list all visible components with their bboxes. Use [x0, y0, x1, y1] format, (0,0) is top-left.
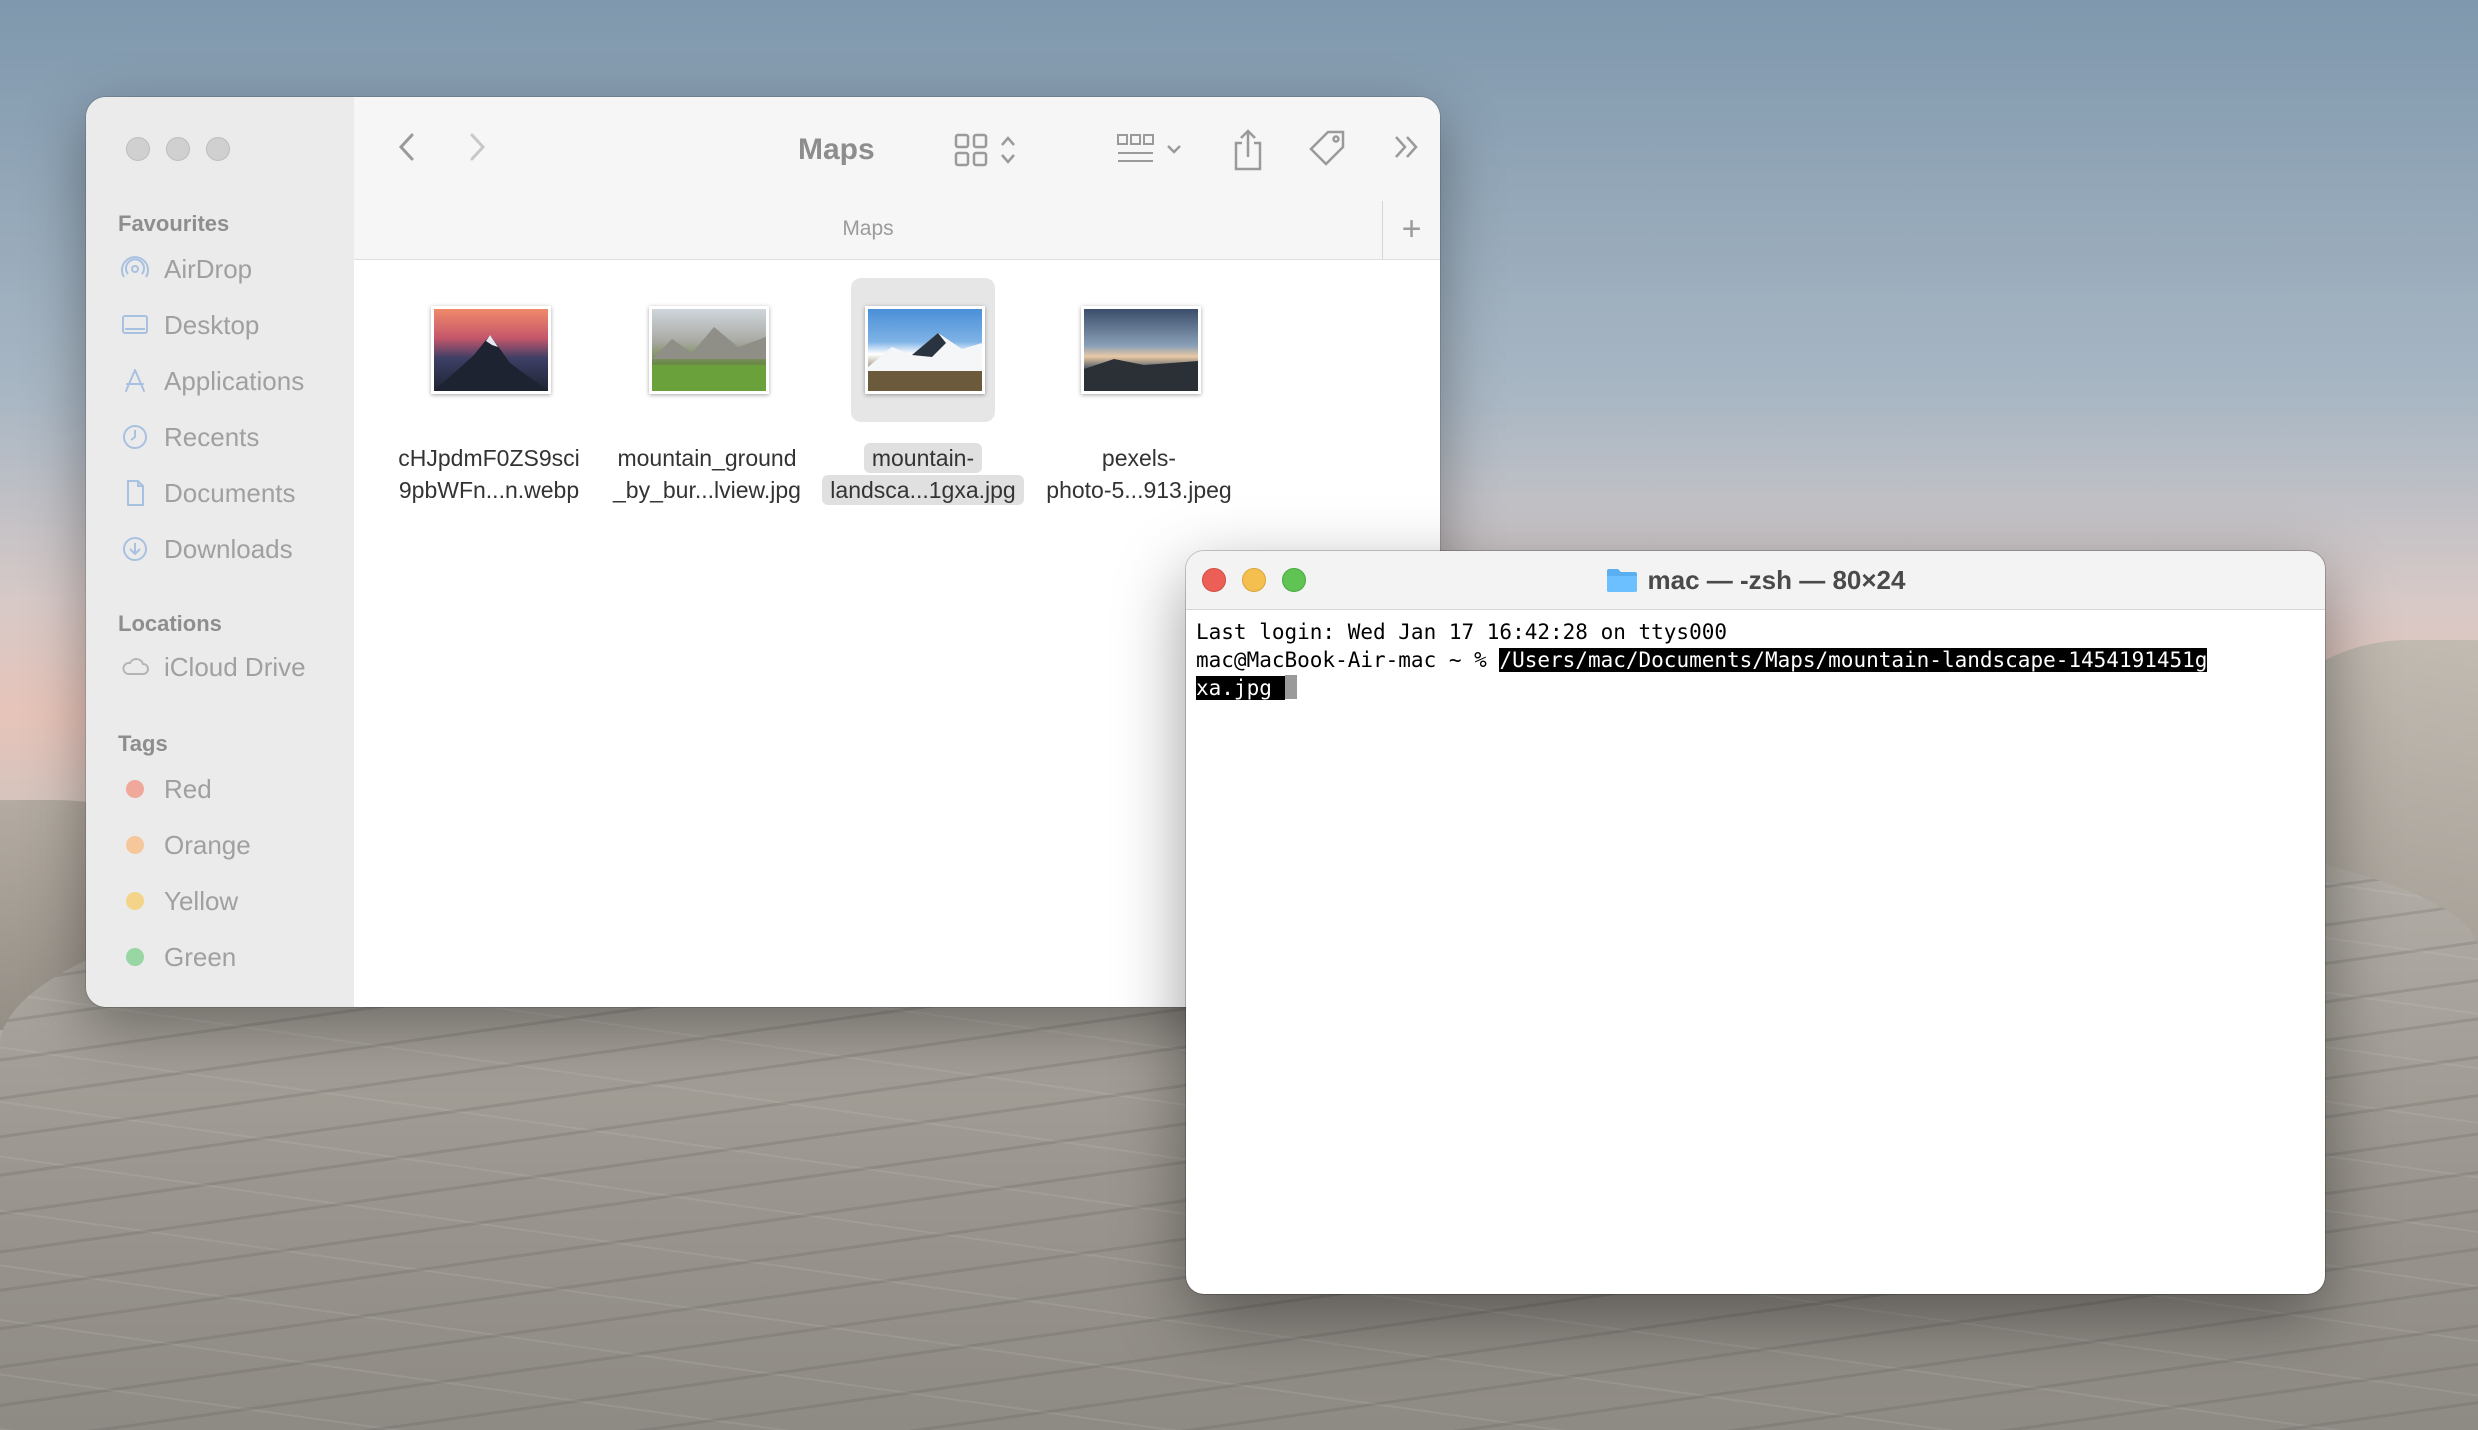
- file-thumbnail: [865, 306, 985, 394]
- sidebar-item-desktop[interactable]: Desktop: [120, 305, 259, 345]
- terminal-window: mac — -zsh — 80×24 Last login: Wed Jan 1…: [1186, 551, 2325, 1294]
- tag-icon[interactable]: [1308, 129, 1348, 169]
- sidebar-item-label: Recents: [164, 421, 260, 452]
- clock-icon: [123, 425, 147, 449]
- sidebar-item-label: iCloud Drive: [164, 651, 306, 682]
- sidebar-item-label: Desktop: [164, 309, 260, 340]
- terminal-title: mac — -zsh — 80×24: [1186, 565, 2325, 596]
- sidebar-item-label: Green: [164, 941, 237, 972]
- sidebar-item-recents[interactable]: Recents: [120, 417, 259, 457]
- tag-color-dot: [126, 780, 144, 798]
- command-continuation-line: xa.jpg: [1196, 674, 2315, 702]
- minimize-button[interactable]: [166, 137, 190, 161]
- airdrop-icon: [121, 256, 149, 278]
- cloud-icon: [122, 658, 149, 675]
- sidebar-item-label: Downloads: [164, 533, 293, 564]
- share-icon[interactable]: [1230, 129, 1266, 171]
- text-cursor: [1284, 675, 1297, 699]
- file-thumbnail: [431, 306, 551, 394]
- finder-window-controls: [126, 137, 230, 161]
- path-bar: Maps +: [354, 201, 1440, 260]
- mountain-image-icon: [868, 333, 982, 391]
- sidebar-heading-favourites: Favourites: [118, 211, 230, 236]
- sidebar-heading-locations: Locations: [118, 611, 222, 636]
- file-name-line: pexels-: [1101, 445, 1177, 471]
- terminal-title-text: mac — -zsh — 80×24: [1647, 565, 1906, 595]
- file-name: pexels- photo-5...913.jpeg: [1034, 442, 1244, 506]
- window-title: Maps: [798, 133, 875, 166]
- file-name-line: cHJpdmF0ZS9sci: [398, 445, 580, 471]
- sidebar-item-downloads[interactable]: Downloads: [120, 529, 293, 569]
- file-name: cHJpdmF0ZS9sci 9pbWFn...n.webp: [384, 442, 594, 506]
- file-name-line: mountain-: [863, 443, 983, 473]
- file-name-line: 9pbWFn...n.webp: [398, 477, 580, 503]
- sidebar-tag-green[interactable]: Green: [120, 937, 236, 977]
- sidebar-tag-orange[interactable]: Orange: [120, 825, 251, 865]
- last-login-line: Last login: Wed Jan 17 16:42:28 on ttys0…: [1196, 620, 1728, 644]
- desktop-icon: [122, 315, 148, 334]
- sidebar-item-documents[interactable]: Documents: [120, 473, 296, 513]
- file-name-line: _by_bur...lview.jpg: [613, 477, 801, 503]
- selected-command-text: /Users/mac/Documents/Maps/mountain-lands…: [1499, 648, 2208, 672]
- file-item-selected[interactable]: mountain- landsca...1gxa.jpg: [818, 278, 1028, 506]
- finder-toolbar: Maps: [354, 97, 1440, 201]
- shell-prompt: mac@MacBook-Air-mac ~ %: [1196, 648, 1500, 672]
- file-name-line: landsca...1gxa.jpg: [822, 475, 1024, 505]
- folder-icon: [1606, 569, 1637, 592]
- file-item[interactable]: pexels- photo-5...913.jpeg: [1034, 278, 1244, 506]
- add-tab-button[interactable]: +: [1382, 201, 1440, 259]
- close-button[interactable]: [126, 137, 150, 161]
- path-bar-label: Maps: [842, 217, 894, 240]
- document-icon: [127, 480, 144, 506]
- sidebar-item-label: Applications: [164, 365, 305, 396]
- tag-color-dot: [126, 892, 144, 910]
- sidebar-item-label: Documents: [164, 477, 296, 508]
- file-name-line: photo-5...913.jpeg: [1046, 477, 1232, 503]
- icon-view-grid-icon[interactable]: [954, 129, 1024, 169]
- more-chevrons-icon[interactable]: [1390, 129, 1424, 165]
- sidebar-item-label: Red: [164, 773, 212, 804]
- sidebar-heading-tags: Tags: [118, 731, 168, 756]
- mountain-image-icon: [434, 335, 548, 391]
- file-thumbnail: [649, 306, 769, 394]
- terminal-titlebar: mac — -zsh — 80×24: [1186, 551, 2325, 610]
- sidebar-item-label: AirDrop: [164, 253, 253, 284]
- terminal-content[interactable]: Last login: Wed Jan 17 16:42:28 on ttys0…: [1186, 610, 2325, 710]
- file-name: mountain- landsca...1gxa.jpg: [818, 442, 1028, 506]
- selected-command-text: xa.jpg: [1196, 676, 1285, 700]
- file-thumbnail-container: [851, 278, 995, 422]
- file-thumbnail-container: [635, 278, 779, 422]
- file-thumbnail: [1081, 306, 1201, 394]
- file-name: mountain_ground _by_bur...lview.jpg: [602, 442, 812, 506]
- mountain-image-icon: [652, 327, 766, 391]
- group-by-icon[interactable]: [1116, 129, 1192, 169]
- sidebar-tag-yellow[interactable]: Yellow: [120, 881, 238, 921]
- file-thumbnail-container: [417, 278, 561, 422]
- sidebar-item-applications[interactable]: Applications: [120, 361, 304, 401]
- back-arrow-icon[interactable]: [394, 129, 420, 165]
- sidebar-item-icloud-drive[interactable]: iCloud Drive: [120, 647, 306, 687]
- finder-sidebar: Favourites AirDrop Desktop Applications …: [86, 97, 355, 1007]
- tag-color-dot: [126, 836, 144, 854]
- file-item[interactable]: mountain_ground _by_bur...lview.jpg: [602, 278, 812, 506]
- sidebar-item-airdrop[interactable]: AirDrop: [120, 249, 252, 289]
- prompt-line: mac@MacBook-Air-mac ~ % /Users/mac/Docum…: [1196, 646, 2315, 674]
- applications-icon: [125, 369, 145, 392]
- landscape-image-icon: [1084, 359, 1198, 391]
- forward-arrow-icon[interactable]: [464, 129, 490, 165]
- download-icon: [123, 537, 147, 561]
- file-item[interactable]: cHJpdmF0ZS9sci 9pbWFn...n.webp: [384, 278, 594, 506]
- zoom-button[interactable]: [206, 137, 230, 161]
- sidebar-tag-red[interactable]: Red: [120, 769, 212, 809]
- tag-color-dot: [126, 948, 144, 966]
- sidebar-item-label: Yellow: [164, 885, 239, 916]
- sidebar-item-label: Orange: [164, 829, 251, 860]
- file-thumbnail-container: [1067, 278, 1211, 422]
- file-name-line: mountain_ground: [617, 445, 797, 471]
